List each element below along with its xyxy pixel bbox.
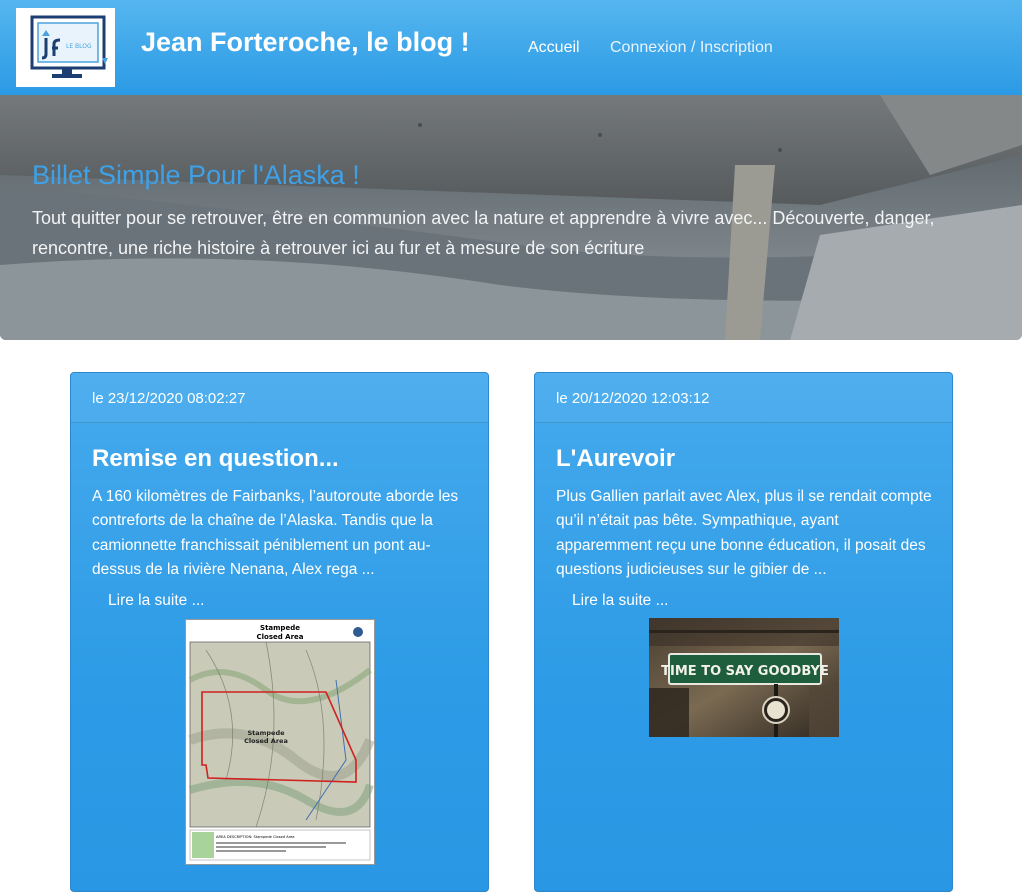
post-excerpt: Plus Gallien parlait avec Alex, plus il … xyxy=(556,488,932,578)
hero-description: Tout quitter pour se retrouver, être en … xyxy=(32,208,935,258)
nav-link-accueil[interactable]: Accueil xyxy=(528,39,580,57)
svg-text:AREA DESCRIPTION: Stampede Clo: AREA DESCRIPTION: Stampede Closed Area xyxy=(216,835,295,839)
hero-title: Billet Simple Pour l'Alaska ! xyxy=(32,160,360,190)
hero-banner: Billet Simple Pour l'Alaska ! Tout quitt… xyxy=(0,95,1022,340)
post-date: le 23/12/2020 08:02:27 xyxy=(92,390,246,407)
post-card: le 20/12/2020 12:03:12 L'Aurevoir Plus G… xyxy=(534,372,953,892)
svg-text:LE BLOG: LE BLOG xyxy=(66,43,92,50)
read-more-link[interactable]: Lire la suite ... xyxy=(572,592,669,610)
post-card: le 23/12/2020 08:02:27 Remise en questio… xyxy=(70,372,489,892)
site-title[interactable]: Jean Forteroche, le blog ! xyxy=(141,27,470,58)
post-excerpt: A 160 kilomètres de Fairbanks, l’autorou… xyxy=(92,488,459,578)
svg-text:Stampede: Stampede xyxy=(247,729,285,737)
card-header: le 23/12/2020 08:02:27 xyxy=(71,373,488,423)
svg-text:Closed Area: Closed Area xyxy=(244,737,288,745)
site-logo[interactable]: LE BLOG xyxy=(16,8,115,87)
post-title[interactable]: L'Aurevoir xyxy=(556,445,675,473)
post-image-map: Stampede Closed Area Stampede Closed Are… xyxy=(185,619,375,865)
svg-text:TIME TO SAY GOODBYE: TIME TO SAY GOODBYE xyxy=(661,664,829,679)
nav-link-login-register[interactable]: Connexion / Inscription xyxy=(610,39,773,57)
navbar: LE BLOG Jean Forteroche, le blog ! Accue… xyxy=(0,0,1022,95)
svg-text:Stampede: Stampede xyxy=(260,624,300,632)
read-more-link[interactable]: Lire la suite ... xyxy=(108,592,205,610)
svg-text:Closed Area: Closed Area xyxy=(256,633,303,641)
post-image-goodbye-sign: TIME TO SAY GOODBYE xyxy=(649,618,839,737)
card-header: le 20/12/2020 12:03:12 xyxy=(535,373,952,423)
post-title[interactable]: Remise en question... xyxy=(92,445,339,473)
post-date: le 20/12/2020 12:03:12 xyxy=(556,390,710,407)
